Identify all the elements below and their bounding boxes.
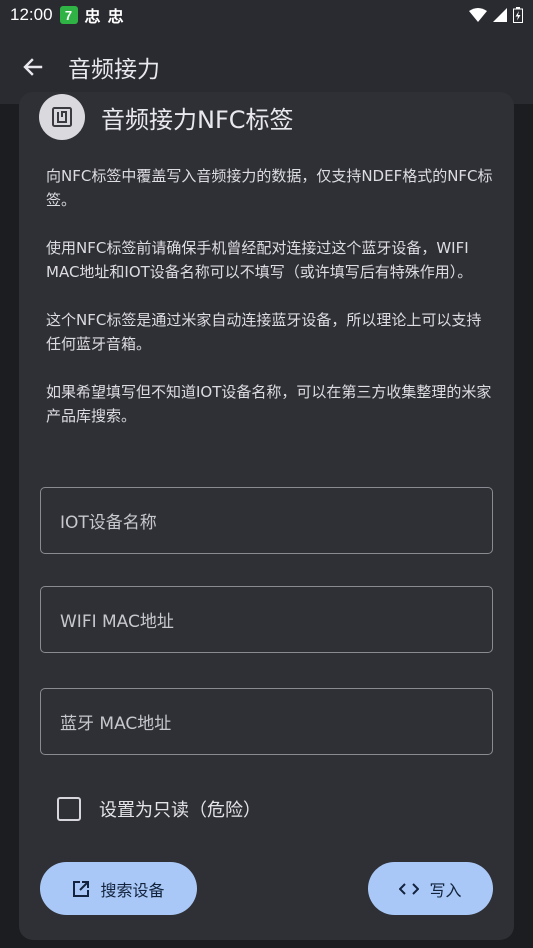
- bluetooth-mac-field[interactable]: 蓝牙 MAC地址: [40, 688, 493, 755]
- search-device-button[interactable]: 搜索设备: [40, 862, 197, 915]
- status-bar: 12:00 7 忠 忠: [0, 0, 533, 30]
- debug-icon-2: 忠: [107, 7, 124, 26]
- write-button[interactable]: 写入: [368, 862, 493, 915]
- signal-icon: [493, 8, 507, 22]
- write-label: 写入: [429, 880, 462, 900]
- readonly-checkbox[interactable]: [57, 797, 81, 821]
- back-button[interactable]: [8, 42, 58, 92]
- nfc-icon: [39, 94, 85, 140]
- page-title: 音频接力: [68, 57, 160, 83]
- wifi-icon: [469, 8, 487, 22]
- arrow-left-icon: [23, 58, 43, 76]
- description-paragraph-2: 使用NFC标签前请确保手机曾经配对连接过这个蓝牙设备，WIFI MAC地址和IO…: [46, 239, 473, 281]
- iot-name-field[interactable]: IOT设备名称: [40, 487, 493, 554]
- description-paragraph-3: 这个NFC标签是通过米家自动连接蓝牙设备，所以理论上可以支持任何蓝牙音箱。: [46, 311, 482, 353]
- code-icon: [399, 882, 420, 895]
- nfc-card: 音频接力NFC标签 向NFC标签中覆盖写入音频接力的数据，仅支持NDEF格式的N…: [19, 92, 514, 940]
- readonly-checkbox-label: 设置为只读（危险）: [99, 800, 261, 821]
- card-header: 音频接力NFC标签: [39, 92, 294, 142]
- debug-icon: 忠: [84, 7, 101, 26]
- card-title: 音频接力NFC标签: [101, 105, 294, 134]
- status-time: 12:00: [10, 5, 53, 24]
- description: 向NFC标签中覆盖写入音频接力的数据，仅支持NDEF格式的NFC标签。 使用NF…: [46, 164, 494, 452]
- description-paragraph-4: 如果希望填写但不知道IOT设备名称，可以在第三方收集整理的米家产品库搜索。: [46, 383, 492, 425]
- search-device-label: 搜索设备: [100, 880, 165, 900]
- app-badge-icon: 7: [59, 6, 78, 24]
- open-external-icon: [73, 880, 90, 897]
- description-paragraph-1: 向NFC标签中覆盖写入音频接力的数据，仅支持NDEF格式的NFC标签。: [46, 167, 493, 209]
- readonly-checkbox-row[interactable]: 设置为只读（危险）: [57, 796, 261, 822]
- wifi-mac-field[interactable]: WIFI MAC地址: [40, 586, 493, 653]
- battery-icon: [513, 7, 523, 23]
